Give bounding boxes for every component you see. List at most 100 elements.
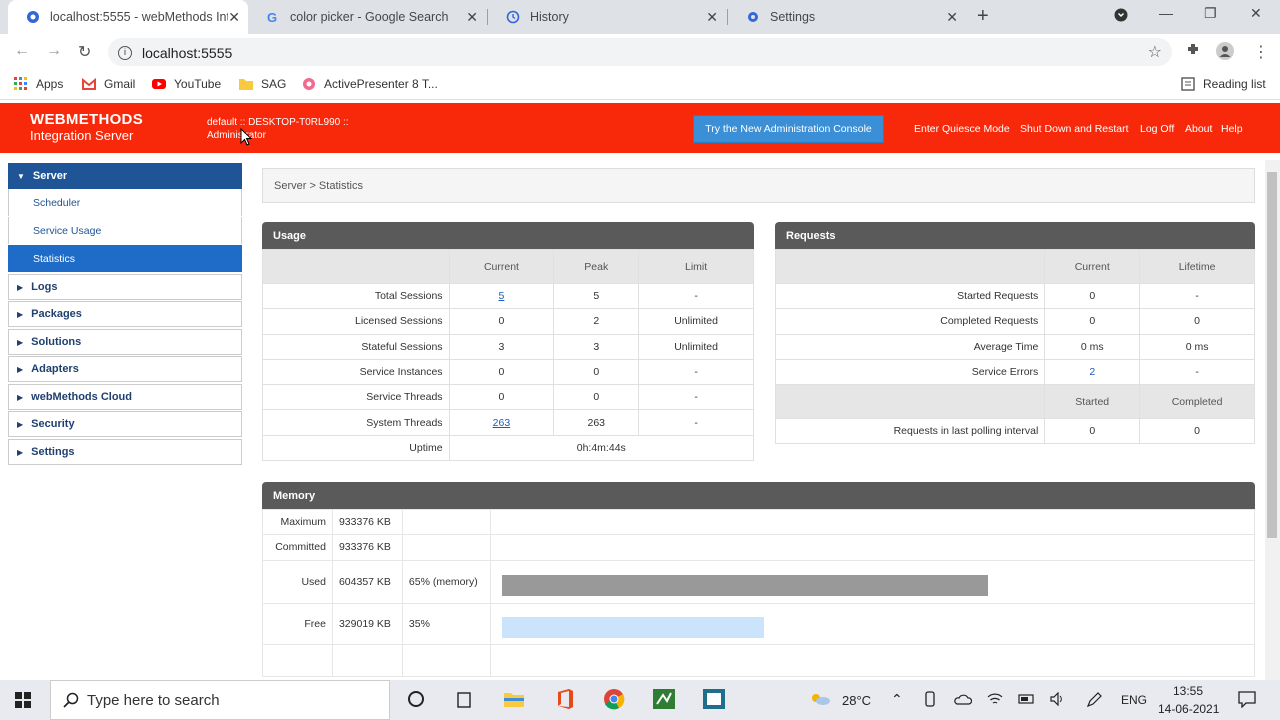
used-memory-bar <box>501 575 988 597</box>
sidebar-item-security[interactable]: ▶ Security <box>8 411 242 437</box>
close-icon[interactable]: ✕ <box>228 9 240 26</box>
sidebar-item-logs[interactable]: ▶ Logs <box>8 274 242 300</box>
row-label: Total Sessions <box>262 282 450 310</box>
restore-icon[interactable]: ❐ <box>1204 5 1217 22</box>
notification-icon[interactable] <box>1238 690 1256 711</box>
row-label: Free <box>262 602 333 645</box>
address-bar[interactable]: i localhost:5555 ☆ <box>108 38 1172 66</box>
bookmark-youtube[interactable]: YouTube <box>152 77 221 91</box>
wifi-icon[interactable] <box>987 692 1003 709</box>
clock-date[interactable]: 14-06-2021 <box>1158 702 1219 716</box>
activepresenter-icon <box>302 77 316 91</box>
windows-start-icon[interactable] <box>15 692 31 711</box>
input-language[interactable]: ENG <box>1121 693 1147 707</box>
extensions-icon[interactable] <box>1186 42 1200 61</box>
sidebar-item-scheduler[interactable]: Scheduler <box>8 189 242 216</box>
taskbar-search-box[interactable]: Type here to search <box>50 680 390 720</box>
cortana-icon[interactable] <box>407 690 425 711</box>
table-row: Licensed Sessions 0 2 Unlimited <box>262 308 754 335</box>
table-row: Total Sessions 5 5 - <box>262 282 754 310</box>
sidebar-item-server[interactable]: ▼ Server <box>8 163 242 189</box>
meet-now-icon[interactable] <box>923 691 937 710</box>
cell-value: - <box>638 409 754 436</box>
info-icon[interactable]: i <box>118 46 132 60</box>
battery-icon[interactable] <box>1018 693 1036 708</box>
tab-title: Settings <box>770 10 816 24</box>
new-console-button[interactable]: Try the New Administration Console <box>693 115 884 143</box>
close-icon[interactable]: ✕ <box>466 9 478 26</box>
cell-value: 3 <box>448 333 555 360</box>
row-label: Uptime <box>262 434 450 462</box>
bookmark-label: Apps <box>36 77 64 91</box>
forward-icon[interactable]: → <box>46 42 62 60</box>
bookmark-sag[interactable]: SAG <box>239 77 286 91</box>
total-sessions-link[interactable]: 5 <box>499 290 505 302</box>
sidebar-item-solutions[interactable]: ▶ Solutions <box>8 329 242 355</box>
tab-webmethods[interactable]: localhost:5555 - webMethods Int ✕ <box>8 0 248 34</box>
scrollbar-thumb[interactable] <box>1267 172 1277 538</box>
chevron-up-icon[interactable]: ⌃ <box>891 691 903 708</box>
bookmark-gmail[interactable]: Gmail <box>82 77 135 91</box>
table-row: Maximum 933376 KB <box>262 508 1256 536</box>
minimize-icon[interactable]: — <box>1159 5 1173 21</box>
office-icon[interactable] <box>555 689 575 712</box>
cell-value: 0 <box>553 384 640 411</box>
task-view-icon[interactable] <box>455 691 473 712</box>
table-row: Service Errors 2 - <box>774 358 1255 386</box>
tab-search-icon[interactable] <box>1114 8 1128 25</box>
sidebar-item-webmethods-cloud[interactable]: ▶ webMethods Cloud <box>8 384 242 410</box>
window-close-icon[interactable]: ✕ <box>1250 5 1262 22</box>
chrome-icon[interactable] <box>603 688 625 713</box>
bookmark-apps[interactable]: Apps <box>14 77 63 91</box>
help-link[interactable]: Help <box>1221 123 1243 135</box>
logoff-link[interactable]: Log Off <box>1140 123 1174 135</box>
column-header: Current <box>448 249 555 284</box>
service-errors-link[interactable]: 2 <box>1089 366 1095 378</box>
file-explorer-icon[interactable] <box>504 690 524 711</box>
volume-icon[interactable] <box>1050 691 1066 709</box>
profile-icon[interactable] <box>1216 42 1234 65</box>
bookmark-label: YouTube <box>174 77 222 91</box>
used-percent: 65% (memory) <box>401 559 491 604</box>
tab-color-picker[interactable]: G color picker - Google Search ✕ <box>248 0 486 34</box>
column-header: Completed <box>1139 384 1255 420</box>
reading-list[interactable]: Reading list <box>1181 77 1266 91</box>
close-icon[interactable]: ✕ <box>706 9 718 26</box>
tab-title: History <box>530 10 569 24</box>
app-window-icon[interactable] <box>703 689 725 712</box>
cell-value: Unlimited <box>638 308 754 335</box>
onedrive-icon[interactable] <box>954 693 973 708</box>
back-icon[interactable]: ← <box>14 42 30 60</box>
bookmark-label: SAG <box>261 77 287 91</box>
column-header: Peak <box>553 249 640 284</box>
column-header: Lifetime <box>1139 249 1255 284</box>
history-icon <box>506 10 520 24</box>
close-icon[interactable]: ✕ <box>946 9 958 26</box>
system-threads-link[interactable]: 263 <box>493 417 511 429</box>
clock-time[interactable]: 13:55 <box>1173 684 1203 698</box>
row-label: Service Threads <box>262 384 450 411</box>
shutdown-link[interactable]: Shut Down and Restart <box>1020 123 1129 135</box>
new-tab-icon[interactable]: + <box>977 5 989 28</box>
sidebar-item-settings[interactable]: ▶ Settings <box>8 439 242 465</box>
pen-icon[interactable] <box>1086 692 1102 711</box>
wm-header: WEBMETHODS Integration Server default ::… <box>0 103 1280 153</box>
tab-history[interactable]: History ✕ <box>488 0 726 34</box>
menu-icon[interactable]: ⋮ <box>1253 42 1269 62</box>
quiesce-link[interactable]: Enter Quiesce Mode <box>914 123 1010 135</box>
sidebar-item-statistics[interactable]: Statistics <box>8 245 242 272</box>
row-label: Started Requests <box>774 282 1046 310</box>
app-green-icon[interactable] <box>653 689 675 712</box>
caret-down-icon: ▼ <box>17 171 25 181</box>
about-link[interactable]: About <box>1185 123 1212 135</box>
bookmark-activepresenter[interactable]: ActivePresenter 8 T... <box>302 77 438 91</box>
table-row: Completed Requests 0 0 <box>774 308 1255 335</box>
reading-list-icon <box>1181 77 1195 91</box>
sidebar-item-adapters[interactable]: ▶ Adapters <box>8 356 242 382</box>
table-row: Started Requests 0 - <box>774 282 1255 310</box>
sidebar-item-service-usage[interactable]: Service Usage <box>8 217 242 244</box>
sidebar-item-packages[interactable]: ▶ Packages <box>8 301 242 327</box>
star-icon[interactable]: ☆ <box>1148 42 1162 62</box>
reload-icon[interactable]: ↻ <box>78 42 91 62</box>
tab-settings[interactable]: Settings ✕ <box>728 0 966 34</box>
